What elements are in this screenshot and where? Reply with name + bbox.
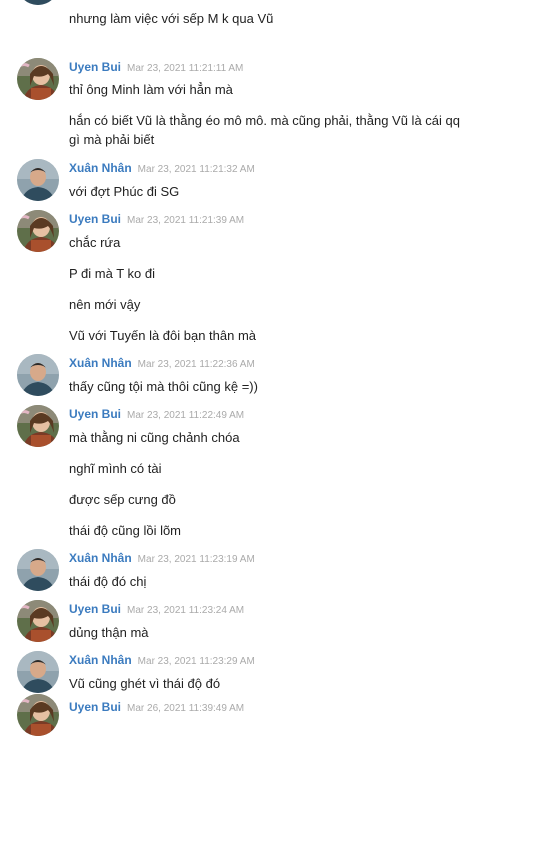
message-timestamp: Mar 23, 2021 11:21:32 AM: [137, 164, 255, 175]
message-text: nghĩ mình có tài: [69, 461, 162, 476]
message-text: thái độ cũng lồi lõm: [69, 523, 182, 538]
sender-name[interactable]: Xuân Nhân: [69, 653, 132, 667]
message-text: mà thằng ni cũng chảnh chóa: [69, 430, 240, 445]
message-text: nhưng làm việc với sếp M k qua Vũ: [69, 11, 274, 26]
uyen-bui-avatar-icon[interactable]: [17, 405, 59, 447]
uyen-bui-avatar-icon[interactable]: [17, 600, 59, 642]
message-header: Xuân Nhân Mar 23, 2021 11:22:36 AM: [69, 356, 255, 370]
message-timestamp: Mar 23, 2021 11:22:49 AM: [127, 410, 245, 421]
message-group: Uyen Bui Mar 23, 2021 11:21:39 AM chắc rứa…: [0, 210, 536, 372]
message-text: thái độ đó chị: [69, 574, 147, 589]
message-header: Xuân Nhân Mar 23, 2021 11:21:32 AM: [69, 161, 255, 175]
sender-name[interactable]: Uyen Bui: [69, 700, 121, 714]
message-text: P đi mà T ko đi: [69, 266, 155, 281]
sender-name[interactable]: Xuân Nhân: [69, 551, 132, 565]
message-header: Xuân Nhân Mar 23, 2021 11:23:19 AM: [69, 551, 255, 565]
uyen-bui-avatar-icon[interactable]: [17, 58, 59, 100]
sender-name[interactable]: Xuân Nhân: [69, 356, 132, 370]
chat-transcript: từ 339 đó =))nhưng làm việc với sếp M k …: [0, 0, 536, 736]
message-header: Uyen Bui Mar 23, 2021 11:21:39 AM: [69, 212, 244, 226]
message-timestamp: Mar 23, 2021 11:21:39 AM: [127, 215, 245, 226]
message-timestamp: Mar 23, 2021 11:23:19 AM: [137, 554, 255, 565]
xuan-nhan-avatar-icon[interactable]: [17, 549, 59, 591]
uyen-bui-avatar-icon[interactable]: [17, 694, 59, 736]
xuan-nhan-avatar-icon[interactable]: [17, 0, 59, 5]
message-text: hắn có biết Vũ là thằng éo mô mô. mà cũn…: [69, 113, 460, 147]
message-text: với đợt Phúc đi SG: [69, 184, 180, 199]
xuan-nhan-avatar-icon[interactable]: [17, 354, 59, 396]
message-timestamp: Mar 23, 2021 11:23:29 AM: [137, 656, 255, 667]
message-header: Uyen Bui Mar 23, 2021 11:22:49 AM: [69, 407, 244, 421]
message-group: Uyen Bui Mar 26, 2021 11:39:49 AM: [0, 694, 536, 860]
message-text: dủng thận mà: [69, 625, 149, 640]
xuan-nhan-avatar-icon[interactable]: [17, 159, 59, 201]
message-text: Vũ với Tuyến là đôi bạn thân mà: [69, 328, 257, 343]
message-timestamp: Mar 23, 2021 11:21:11 AM: [127, 63, 244, 74]
message-text: nên mới vậy: [69, 297, 141, 312]
message-group: Uyen Bui Mar 23, 2021 11:22:49 AM mà thằng…: [0, 405, 536, 567]
message-header: Xuân Nhân Mar 23, 2021 11:23:29 AM: [69, 653, 255, 667]
sender-name[interactable]: Uyen Bui: [69, 407, 121, 421]
xuan-nhan-avatar-icon[interactable]: [17, 651, 59, 693]
message-timestamp: Mar 23, 2021 11:23:24 AM: [127, 605, 245, 616]
sender-name[interactable]: Uyen Bui: [69, 212, 121, 226]
message-header: Uyen Bui Mar 26, 2021 11:39:49 AM: [69, 700, 244, 714]
message-header: Uyen Bui Mar 23, 2021 11:23:24 AM: [69, 602, 244, 616]
message-text: được sếp cưng đồ: [69, 492, 176, 507]
sender-name[interactable]: Uyen Bui: [69, 60, 121, 74]
message-text: Vũ cũng ghét vì thái độ đó: [69, 676, 221, 691]
message-timestamp: Mar 23, 2021 11:22:36 AM: [137, 359, 255, 370]
uyen-bui-avatar-icon[interactable]: [17, 210, 59, 252]
message-text: chắc rứa: [69, 235, 121, 250]
message-text: thỉ ông Minh làm với hẳn mà: [69, 82, 233, 97]
sender-name[interactable]: Uyen Bui: [69, 602, 121, 616]
message-header: Uyen Bui Mar 23, 2021 11:21:11 AM: [69, 60, 243, 74]
sender-name[interactable]: Xuân Nhân: [69, 161, 132, 175]
message-text: thấy cũng tội mà thôi cũng kệ =)): [69, 379, 258, 394]
message-timestamp: Mar 26, 2021 11:39:49 AM: [127, 703, 245, 714]
